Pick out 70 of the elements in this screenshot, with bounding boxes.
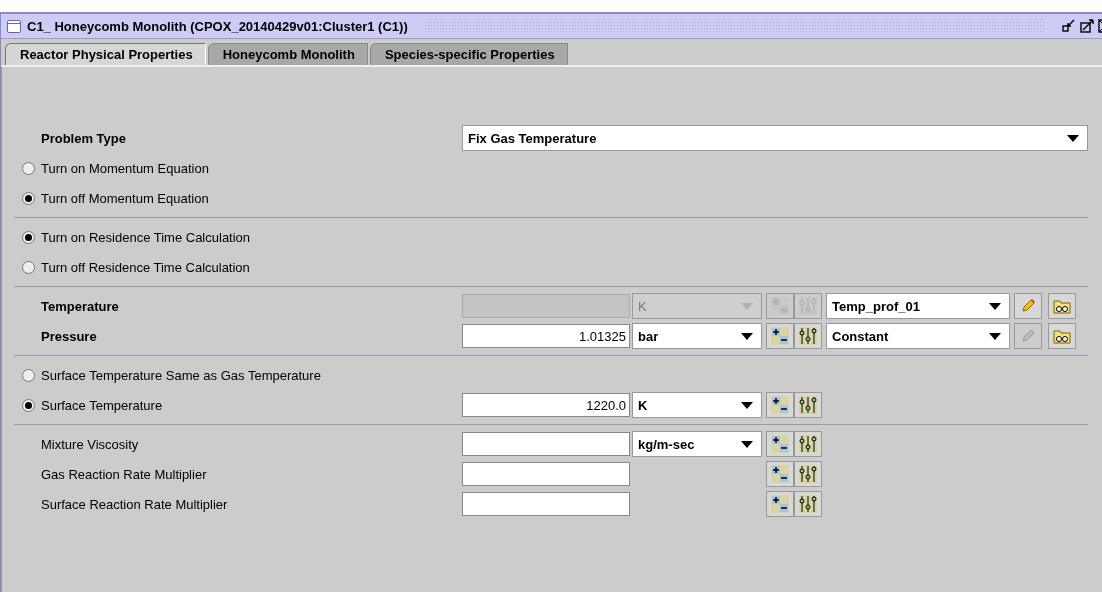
sliders-icon — [798, 434, 818, 454]
folder-glasses-icon — [1053, 298, 1071, 314]
sliders-icon — [798, 326, 818, 346]
sliders-icon — [798, 395, 818, 415]
problem-type-dropdown[interactable]: Fix Gas Temperature — [462, 125, 1088, 151]
maximize-icon[interactable] — [1080, 19, 1094, 33]
value-field[interactable]: 1220.0 — [462, 393, 630, 417]
sliders-icon — [798, 464, 818, 484]
value-field[interactable] — [462, 462, 630, 486]
sliders-icon — [798, 494, 818, 514]
plus-minus-icon — [770, 434, 790, 454]
add-remove-button[interactable] — [766, 491, 794, 517]
tab[interactable]: Honeycomb Monolith — [207, 43, 368, 65]
minimize-icon[interactable] — [1062, 19, 1076, 33]
folder-glasses-icon — [1053, 328, 1071, 344]
plus-minus-icon — [770, 395, 790, 415]
field-label: Pressure — [40, 328, 97, 344]
pencil-icon — [1020, 298, 1036, 314]
add-remove-button[interactable] — [766, 461, 794, 487]
browse-button[interactable] — [1048, 323, 1076, 349]
radio-label: Surface Temperature — [41, 397, 163, 413]
add-remove-button[interactable] — [766, 392, 794, 418]
radio-button[interactable] — [22, 368, 35, 382]
plus-minus-icon — [770, 296, 790, 316]
value-field[interactable]: 1.01325 — [462, 324, 630, 348]
settings-button[interactable] — [794, 461, 822, 487]
tab[interactable]: Reactor Physical Properties — [5, 43, 206, 65]
field-label: Temperature — [40, 298, 119, 314]
dropdown-caret-icon — [989, 332, 1001, 340]
value-field[interactable] — [462, 492, 630, 516]
window-icon — [7, 19, 21, 33]
settings-button[interactable] — [794, 431, 822, 457]
dropdown-caret-icon — [741, 401, 753, 409]
unit-dropdown[interactable]: bar — [632, 323, 762, 349]
radio-label: Turn off Momentum Equation — [41, 190, 209, 206]
value-field[interactable] — [462, 432, 630, 456]
settings-button[interactable] — [794, 491, 822, 517]
plus-minus-icon — [770, 494, 790, 514]
settings-button[interactable] — [794, 392, 822, 418]
radio-button[interactable] — [22, 260, 35, 274]
radio-label: Turn on Residence Time Calculation — [41, 229, 251, 245]
field-label: Problem Type — [40, 130, 126, 146]
pencil-icon — [1020, 328, 1036, 344]
dropdown-caret-icon — [1067, 134, 1079, 142]
browse-button[interactable] — [1048, 293, 1076, 319]
dropdown-caret-icon — [741, 440, 753, 448]
add-remove-button[interactable] — [766, 431, 794, 457]
add-remove-button[interactable] — [766, 323, 794, 349]
unit-dropdown[interactable]: K — [632, 392, 762, 418]
radio-button[interactable] — [22, 398, 35, 412]
field-label: Surface Reaction Rate Multiplier — [40, 496, 228, 512]
radio-label: Turn on Momentum Equation — [41, 160, 209, 176]
tab[interactable]: Species-specific Properties — [369, 43, 568, 65]
radio-label: Turn off Residence Time Calculation — [41, 259, 250, 275]
dropdown-caret-icon — [741, 332, 753, 340]
dropdown-caret-icon — [741, 302, 753, 310]
field-label: Mixture Viscosity — [40, 436, 139, 452]
settings-button[interactable] — [794, 323, 822, 349]
field-label: Gas Reaction Rate Multiplier — [40, 466, 207, 482]
plus-minus-icon — [770, 326, 790, 346]
radio-button[interactable] — [22, 161, 35, 175]
radio-label: Surface Temperature Same as Gas Temperature — [41, 367, 321, 383]
profile-dropdown[interactable]: Constant — [826, 323, 1010, 349]
radio-button[interactable] — [22, 230, 35, 244]
unit-dropdown[interactable]: kg/m-sec — [632, 431, 762, 457]
sliders-icon — [798, 296, 818, 316]
plus-minus-icon — [770, 464, 790, 484]
dropdown-caret-icon — [989, 302, 1001, 310]
radio-button[interactable] — [22, 191, 35, 205]
window-title: C1_ Honeycomb Monolith (CPOX_20140429v01:Cluster1 (C1)) — [27, 18, 408, 34]
